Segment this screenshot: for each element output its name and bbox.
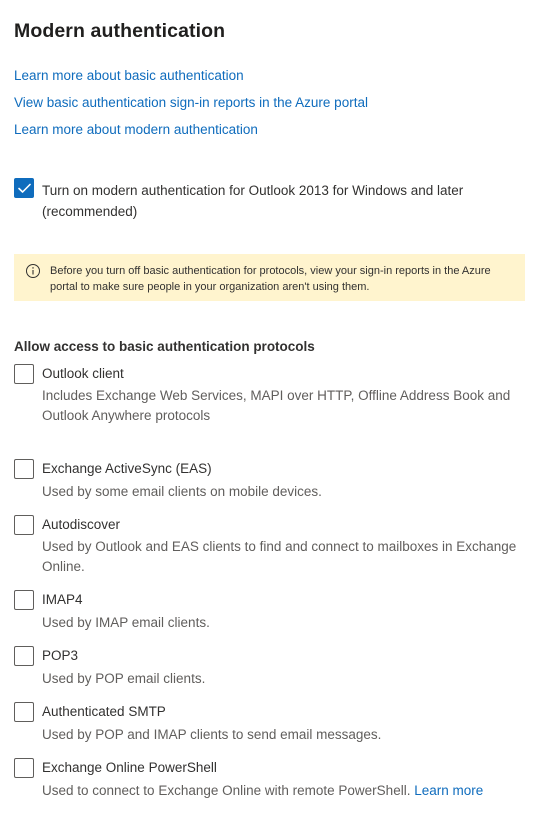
imap4-checkbox[interactable]	[14, 590, 34, 610]
authenticated-smtp-checkbox[interactable]	[14, 702, 34, 722]
imap4-label: IMAP4	[42, 592, 83, 607]
exchange-online-powershell-checkbox[interactable]	[14, 758, 34, 778]
page-title: Modern authentication	[14, 20, 226, 42]
exchange-activesync-label: Exchange ActiveSync (EAS)	[42, 461, 212, 476]
pop3-checkbox[interactable]	[14, 646, 34, 666]
autodiscover-checkbox[interactable]	[14, 515, 34, 535]
exchange-online-powershell-description-text: Used to connect to Exchange Online with …	[42, 783, 411, 798]
protocols-heading: Allow access to basic authentication pro…	[14, 339, 315, 354]
imap4-description: Used by IMAP email clients.	[42, 615, 210, 630]
pop3-label: POP3	[42, 648, 79, 663]
outlook-client-label: Outlook client	[42, 366, 124, 381]
outlook-client-description: Includes Exchange Web Services, MAPI ove…	[42, 388, 511, 423]
exchange-activesync-checkbox[interactable]	[14, 459, 34, 479]
powershell-learn-more-link[interactable]: Learn more	[414, 783, 483, 798]
exchange-online-powershell-label: Exchange Online PowerShell	[42, 760, 217, 775]
warning-text: Before you turn off basic authentication…	[50, 265, 491, 293]
checkmark-icon	[17, 183, 31, 193]
autodiscover-label: Autodiscover	[42, 517, 121, 532]
exchange-online-powershell-description: Used to connect to Exchange Online with …	[42, 781, 526, 801]
modern-auth-checkbox[interactable]	[14, 178, 34, 198]
exchange-activesync-description: Used by some email clients on mobile dev…	[42, 484, 322, 499]
authenticated-smtp-label: Authenticated SMTP	[42, 704, 166, 719]
learn-basic-auth-link[interactable]: Learn more about basic authentication	[14, 68, 244, 83]
learn-modern-auth-link[interactable]: Learn more about modern authentication	[14, 122, 258, 137]
info-icon	[26, 264, 40, 278]
warning-message-bar: Before you turn off basic authentication…	[14, 254, 525, 301]
view-signin-reports-link[interactable]: View basic authentication sign-in report…	[14, 95, 368, 110]
autodiscover-description: Used by Outlook and EAS clients to find …	[42, 539, 517, 574]
outlook-client-checkbox[interactable]	[14, 364, 34, 384]
pop3-description: Used by POP email clients.	[42, 671, 206, 686]
modern-auth-label: Turn on modern authentication for Outloo…	[42, 183, 464, 219]
authenticated-smtp-description: Used by POP and IMAP clients to send ema…	[42, 727, 382, 742]
